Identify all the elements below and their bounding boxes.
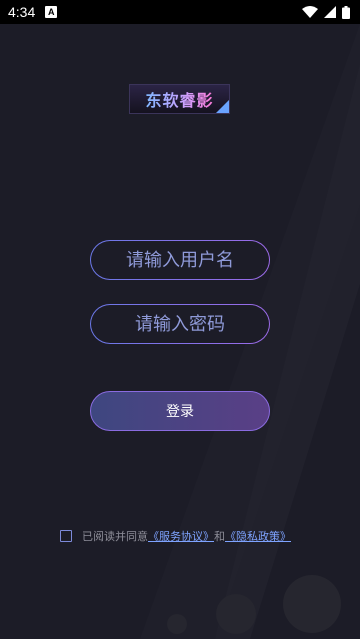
password-field[interactable] — [90, 304, 270, 344]
agreement-checkbox[interactable] — [60, 530, 72, 542]
app-logo: 东软睿影 — [129, 84, 230, 114]
decor-circle-small — [167, 614, 187, 634]
service-agreement-link[interactable]: 《服务协议》 — [148, 528, 214, 544]
status-time: 4:34 — [8, 4, 36, 20]
agreement-and: 和 — [214, 530, 225, 543]
battery-icon — [342, 5, 350, 19]
status-bar: 4:34 A — [0, 0, 360, 24]
agreement-row: 已阅读并同意 《服务协议》 和 《隐私政策》 — [60, 528, 291, 544]
decor-circle-medium — [216, 594, 256, 634]
wifi-icon — [302, 6, 318, 18]
username-field[interactable] — [90, 240, 270, 280]
logo-text: 东软睿影 — [145, 87, 213, 111]
login-button[interactable]: 登录 — [90, 391, 270, 431]
signal-icon — [324, 6, 336, 18]
decor-circle-large — [283, 575, 341, 633]
status-left: 4:34 A — [8, 4, 58, 20]
agreement-prefix: 已阅读并同意 — [82, 530, 148, 543]
password-input[interactable] — [91, 305, 269, 343]
logo-corner-mark — [216, 100, 229, 113]
username-input[interactable] — [91, 241, 269, 279]
login-button-label: 登录 — [166, 404, 194, 420]
notification-icon: A — [45, 6, 58, 18]
privacy-policy-link[interactable]: 《隐私政策》 — [225, 528, 291, 544]
status-right — [302, 5, 350, 19]
